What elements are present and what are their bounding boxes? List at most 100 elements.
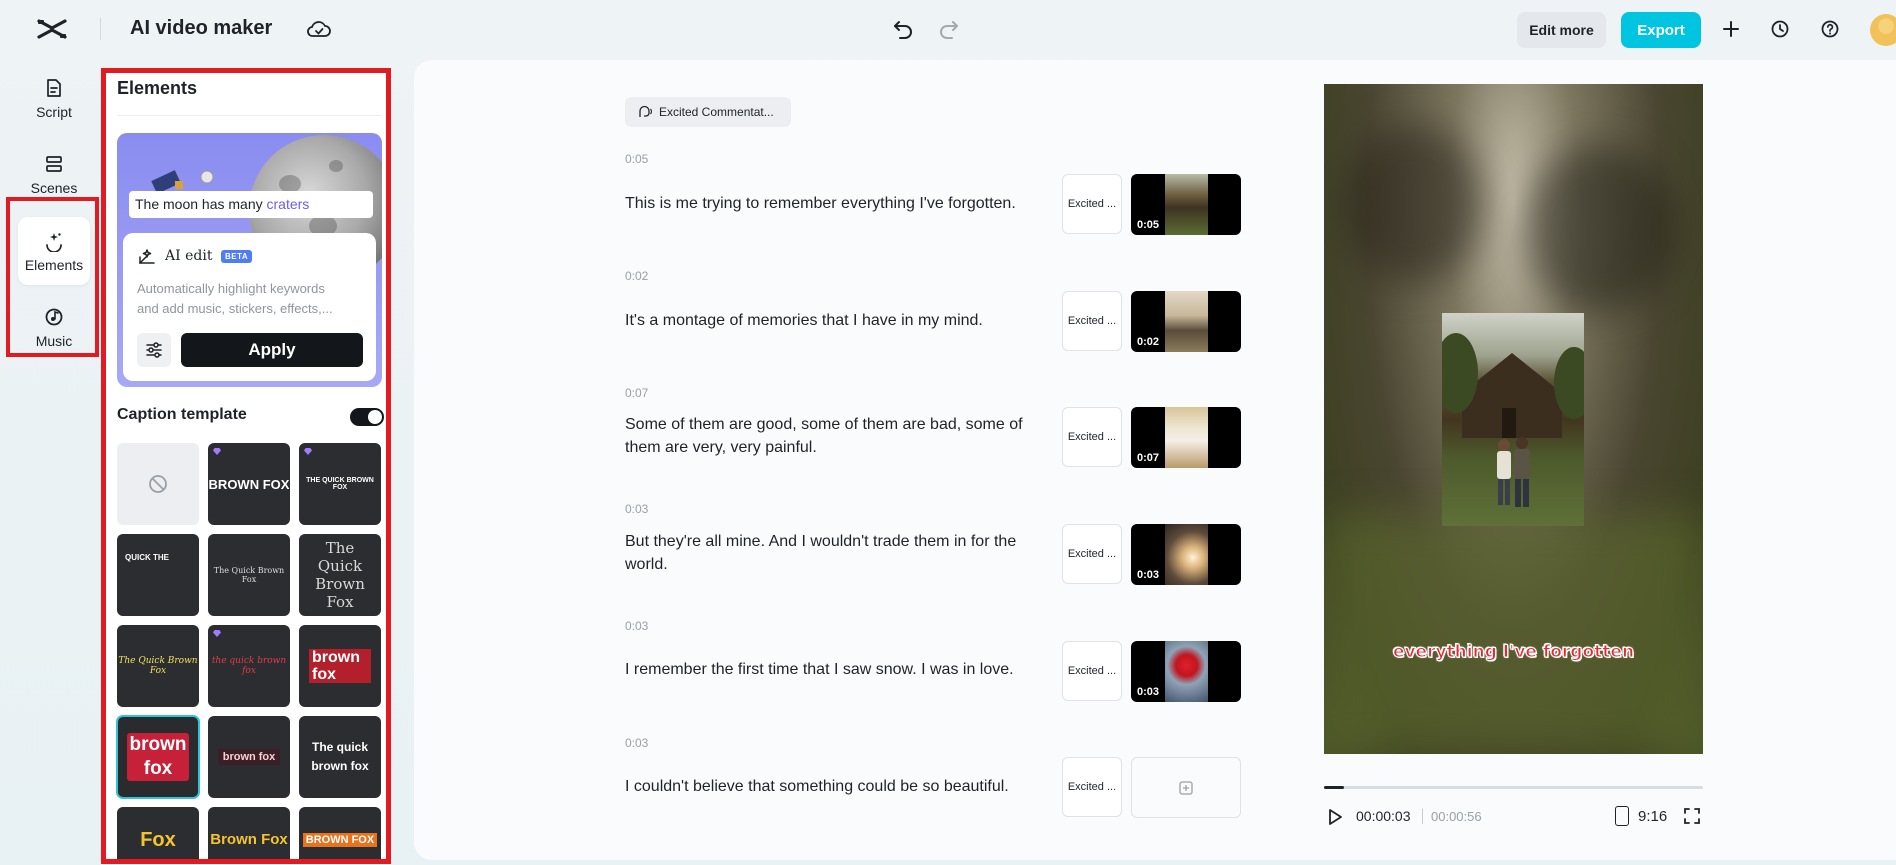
thumbnail-duration: 0:07 bbox=[1137, 452, 1160, 464]
redo-icon[interactable] bbox=[937, 17, 961, 41]
edit-more-button[interactable]: Edit more bbox=[1517, 12, 1606, 48]
ai-edit-label: AI edit bbox=[165, 248, 213, 264]
ai-edit-description: Automatically highlight keywords and add… bbox=[137, 281, 333, 316]
fullscreen-icon[interactable] bbox=[1683, 807, 1701, 825]
playback-progress-fill bbox=[1324, 786, 1345, 789]
ai-edit-card: The moon has many craters AI edit BETA A… bbox=[117, 133, 382, 387]
scene-time: 0:05 bbox=[625, 152, 649, 166]
thumbnail-image bbox=[1165, 524, 1208, 585]
elements-icon bbox=[46, 232, 62, 252]
sidebar-item-music[interactable]: Music bbox=[18, 293, 90, 361]
export-button[interactable]: Export bbox=[1621, 12, 1701, 48]
scene-thumbnail-empty[interactable] bbox=[1131, 757, 1241, 818]
app-title: AI video maker bbox=[130, 17, 273, 39]
scene-thumbnail[interactable]: 0:03 bbox=[1131, 641, 1241, 702]
aspect-ratio-label[interactable]: 9:16 bbox=[1638, 808, 1667, 825]
cloud-save-icon[interactable] bbox=[306, 17, 332, 41]
caption-template-item[interactable]: The Quick Brown Fox bbox=[208, 534, 290, 616]
panel-title: Elements bbox=[117, 78, 198, 98]
caption-template-item[interactable]: The Quick Brown Fox bbox=[117, 625, 199, 707]
caption-template-item[interactable]: Brown Fox bbox=[208, 807, 290, 860]
caption-template-item[interactable]: Fox bbox=[117, 807, 199, 860]
scene-text[interactable]: It's a montage of memories that I have i… bbox=[625, 309, 1045, 332]
caption-template-item[interactable]: The quick brown fox bbox=[299, 716, 381, 798]
time-divider bbox=[1422, 809, 1423, 824]
ai-edit-settings-button[interactable] bbox=[137, 333, 171, 367]
caption-template-none[interactable] bbox=[117, 443, 199, 525]
header-divider bbox=[100, 18, 101, 40]
couple-photo-illustration bbox=[1442, 333, 1584, 507]
premium-gem-icon bbox=[304, 448, 312, 455]
scene-text[interactable]: Some of them are good, some of them are … bbox=[625, 413, 1045, 459]
preview-caption: everything I've forgotten bbox=[1392, 642, 1635, 663]
caption-template-title: Caption template bbox=[117, 406, 247, 423]
sidebar-item-scenes[interactable]: Scenes bbox=[18, 140, 90, 208]
play-icon[interactable] bbox=[1327, 808, 1343, 826]
scenes-icon bbox=[46, 155, 62, 172]
sidebar-item-label: Script bbox=[36, 103, 72, 120]
preview-photo bbox=[1442, 313, 1584, 526]
music-icon bbox=[45, 308, 63, 325]
premium-gem-icon bbox=[213, 630, 221, 637]
voice-icon bbox=[639, 105, 652, 117]
scene-voice-button[interactable]: Excited ... bbox=[1062, 524, 1122, 584]
plus-icon[interactable] bbox=[1720, 18, 1742, 40]
scene-text[interactable]: This is me trying to remember everything… bbox=[625, 192, 1045, 215]
capcut-logo-icon[interactable] bbox=[36, 16, 68, 42]
caption-template-item[interactable]: THE QUICK BROWN FOX bbox=[299, 443, 381, 525]
panel-divider bbox=[117, 115, 382, 116]
scene-text[interactable]: But they're all mine. And I wouldn't tra… bbox=[625, 530, 1045, 576]
top-bar: AI video maker Edit more Export bbox=[0, 0, 1896, 58]
voice-selector-chip[interactable]: Excited Commentat... bbox=[625, 97, 791, 127]
caption-template-item[interactable]: BROWN FOX bbox=[208, 443, 290, 525]
video-preview[interactable]: everything I've forgotten bbox=[1324, 84, 1703, 754]
caption-template-item[interactable]: The Quick Brown Fox bbox=[299, 534, 381, 616]
sidebar-item-label: Scenes bbox=[30, 179, 78, 196]
scene-voice-button[interactable]: Excited ... bbox=[1062, 641, 1122, 701]
scene-time: 0:03 bbox=[625, 619, 649, 633]
thumbnail-image bbox=[1165, 407, 1208, 468]
apply-button[interactable]: Apply bbox=[181, 333, 363, 367]
thumbnail-duration: 0:03 bbox=[1137, 569, 1160, 581]
scene-voice-button[interactable]: Excited ... bbox=[1062, 407, 1122, 467]
scene-thumbnail[interactable]: 0:03 bbox=[1131, 524, 1241, 585]
caption-template-item[interactable]: QUICK THE bbox=[117, 534, 199, 616]
caption-template-item-selected[interactable]: brown fox bbox=[116, 715, 200, 799]
caption-template-toggle[interactable] bbox=[350, 408, 384, 426]
scene-text[interactable]: I couldn't believe that something could … bbox=[625, 775, 1045, 798]
sidebar-item-label: Elements bbox=[24, 256, 84, 273]
thumbnail-duration: 0:02 bbox=[1137, 336, 1160, 348]
playback-progress-bar[interactable] bbox=[1324, 786, 1703, 789]
caption-template-item[interactable]: the quick brown fox bbox=[208, 625, 290, 707]
thumbnail-duration: 0:05 bbox=[1137, 219, 1160, 231]
history-icon[interactable] bbox=[1769, 18, 1791, 40]
scene-voice-button[interactable]: Excited ... bbox=[1062, 757, 1122, 817]
moon-caption-sample: The moon has many craters bbox=[129, 191, 373, 218]
scene-text[interactable]: I remember the first time that I saw sno… bbox=[625, 658, 1045, 681]
thumbnail-duration: 0:03 bbox=[1137, 686, 1160, 698]
aspect-ratio-icon[interactable] bbox=[1615, 806, 1629, 826]
total-time: 00:00:56 bbox=[1431, 809, 1482, 824]
thumbnail-image bbox=[1165, 174, 1208, 235]
scene-time: 0:02 bbox=[625, 269, 649, 283]
ai-edit-icon bbox=[139, 249, 155, 264]
user-avatar[interactable] bbox=[1870, 14, 1896, 46]
scene-time: 0:03 bbox=[625, 502, 649, 516]
add-media-icon bbox=[1179, 780, 1193, 795]
scene-voice-button[interactable]: Excited ... bbox=[1062, 174, 1122, 234]
scene-voice-button[interactable]: Excited ... bbox=[1062, 291, 1122, 351]
caption-template-item[interactable]: brown fox bbox=[299, 625, 381, 707]
ai-edit-box: AI edit BETA Automatically highlight key… bbox=[123, 233, 376, 381]
undo-icon[interactable] bbox=[891, 17, 915, 41]
no-template-icon bbox=[149, 475, 167, 493]
scene-thumbnail[interactable]: 0:05 bbox=[1131, 174, 1241, 235]
caption-template-item[interactable]: brown fox bbox=[208, 716, 290, 798]
help-icon[interactable] bbox=[1819, 18, 1841, 40]
scene-thumbnail[interactable]: 0:02 bbox=[1131, 291, 1241, 352]
sidebar-item-elements[interactable]: Elements bbox=[18, 217, 90, 285]
sidebar-item-script[interactable]: Script bbox=[18, 64, 90, 132]
premium-gem-icon bbox=[213, 448, 221, 455]
caption-template-item[interactable]: BROWN FOX bbox=[299, 807, 381, 860]
scene-time: 0:03 bbox=[625, 736, 649, 750]
scene-thumbnail[interactable]: 0:07 bbox=[1131, 407, 1241, 468]
